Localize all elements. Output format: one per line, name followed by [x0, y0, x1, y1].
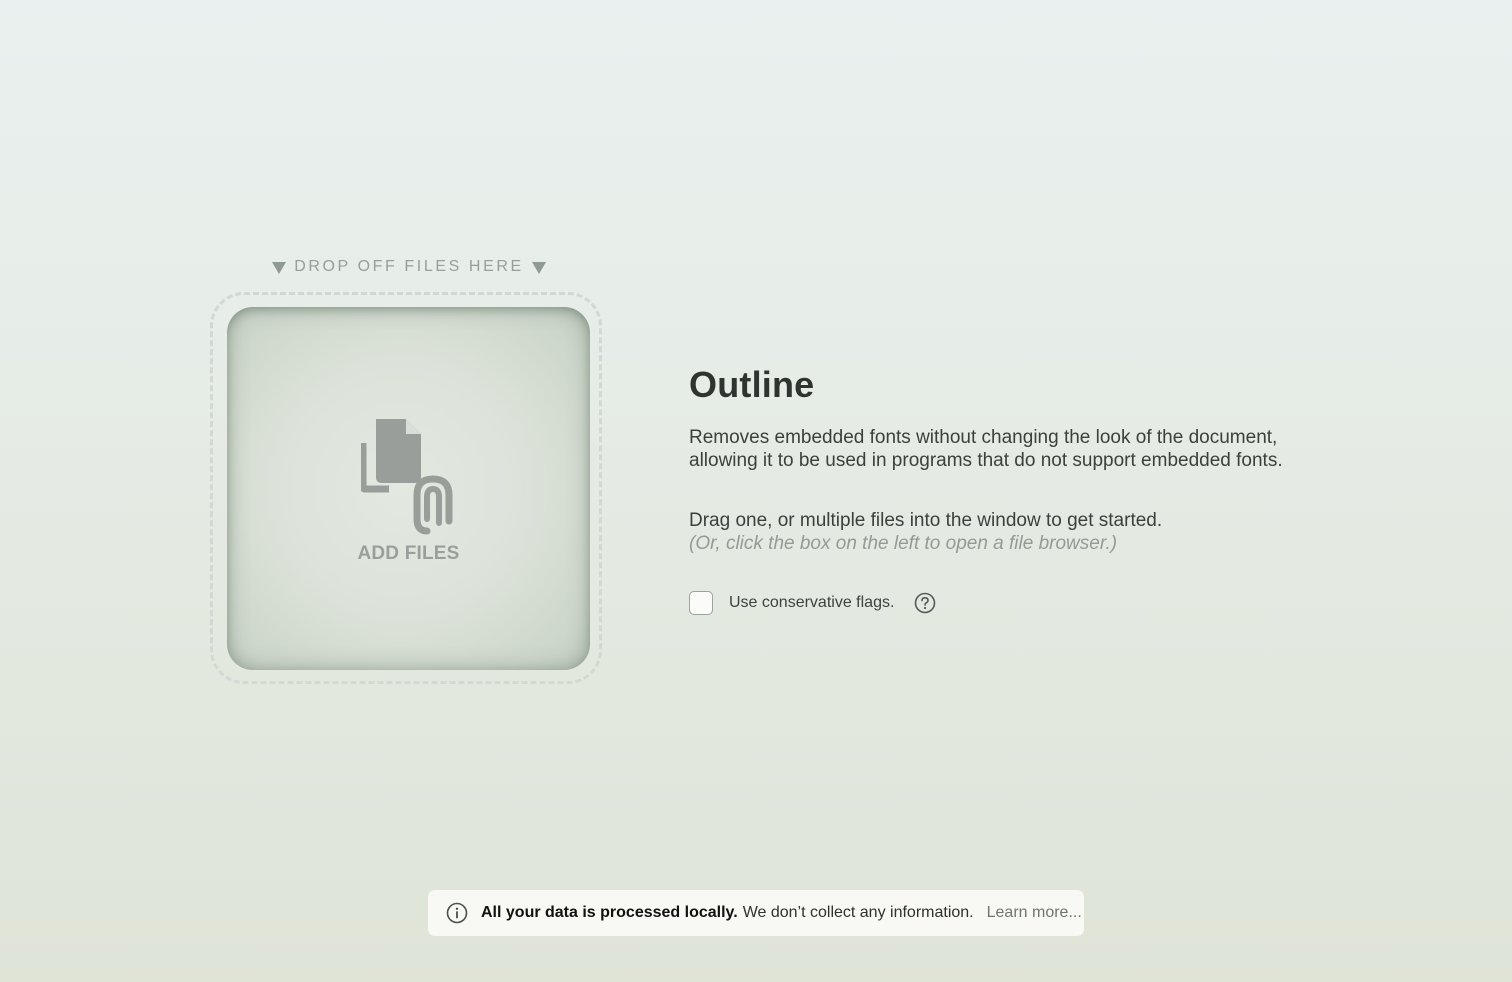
- question-circle-icon[interactable]: [914, 592, 936, 614]
- down-triangle-icon: [272, 262, 286, 274]
- tool-description: Removes embedded fonts without changing …: [689, 427, 1283, 471]
- conservative-flags-option: Use conservative flags.: [689, 590, 936, 616]
- info-circle-icon: [446, 902, 468, 924]
- drop-hint: DROP OFF FILES HERE: [272, 256, 546, 278]
- instructions: Drag one, or multiple files into the win…: [689, 509, 1289, 555]
- instruction-hint: (Or, click the box on the left to open a…: [689, 533, 1118, 554]
- down-triangle-icon: [532, 262, 546, 274]
- page-title: Outline: [689, 364, 815, 405]
- instruction-text: Drag one, or multiple files into the win…: [689, 510, 1163, 531]
- add-files-label: ADD FILES: [357, 543, 460, 564]
- privacy-notice: All your data is processed locally. We d…: [428, 890, 1084, 936]
- conservative-flags-label[interactable]: Use conservative flags.: [729, 594, 894, 612]
- learn-more-link[interactable]: Learn more...: [987, 904, 1082, 922]
- files-paperclip-icon: [361, 419, 453, 535]
- conservative-flags-checkbox[interactable]: [689, 591, 713, 615]
- notice-bold-text: All your data is processed locally.: [481, 904, 738, 921]
- add-files-button[interactable]: ADD FILES: [227, 307, 590, 670]
- drop-hint-text: DROP OFF FILES HERE: [294, 258, 524, 275]
- notice-text: We don’t collect any information.: [742, 904, 974, 921]
